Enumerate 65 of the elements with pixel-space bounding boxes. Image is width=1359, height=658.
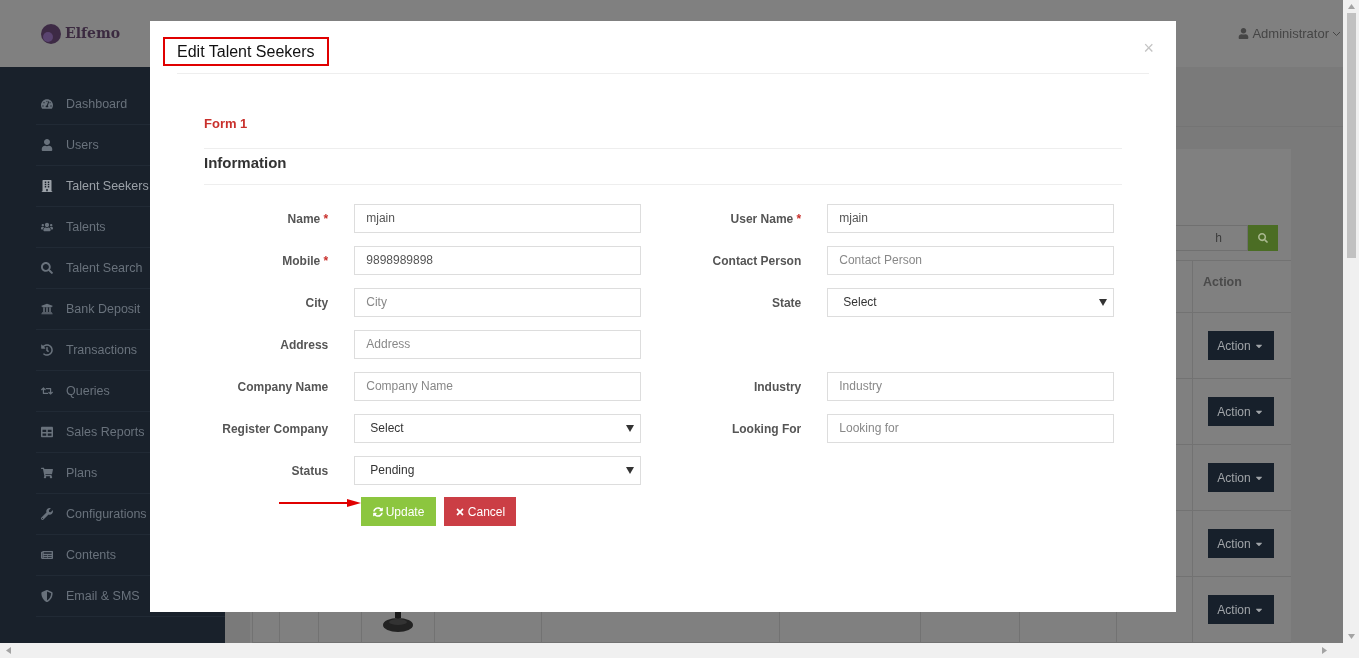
input-field[interactable]: Company Name — [354, 371, 641, 401]
shield-icon — [41, 590, 53, 602]
search-icon — [41, 262, 53, 274]
scroll-down-icon — [1347, 634, 1355, 639]
input-field[interactable]: City — [354, 287, 641, 317]
dashboard-icon — [41, 98, 53, 110]
user-icon — [1238, 28, 1250, 39]
chevron-down-icon — [1332, 30, 1341, 37]
users-icon — [41, 221, 53, 233]
scroll-right-icon — [1322, 647, 1327, 654]
search-icon — [1258, 233, 1268, 243]
dropdown-arrow-icon — [626, 466, 634, 474]
vertical-scrollbar[interactable] — [1343, 0, 1359, 643]
user-icon — [41, 139, 53, 151]
scroll-up-icon — [1347, 4, 1355, 9]
input-field[interactable]: 9898989898 — [354, 245, 641, 275]
dropdown-arrow-icon — [1099, 298, 1107, 306]
select-field[interactable]: Select — [354, 413, 641, 443]
action-dropdown-button[interactable]: Action — [1207, 595, 1274, 624]
dropdown-arrow-icon — [626, 424, 634, 432]
horizontal-scrollbar[interactable] — [0, 643, 1359, 658]
field-label: Status — [291, 462, 329, 480]
scroll-left-icon — [6, 647, 11, 654]
field-label: Name * — [287, 210, 329, 228]
close-button[interactable]: × — [1143, 39, 1154, 57]
field-label: City — [305, 294, 329, 312]
field-label: Contact Person — [712, 252, 802, 270]
field-label: Looking For — [731, 420, 802, 438]
wrench-icon — [41, 508, 53, 520]
input-field[interactable]: mjain — [354, 203, 641, 233]
newspaper-icon — [41, 549, 53, 561]
action-dropdown-button[interactable]: Action — [1207, 463, 1274, 492]
refresh-icon — [372, 506, 383, 517]
field-label: Industry — [753, 378, 802, 396]
logo-icon — [40, 22, 62, 45]
field-label: Mobile * — [282, 252, 329, 270]
select-field[interactable]: Pending — [354, 455, 641, 485]
input-field[interactable]: Address — [354, 329, 641, 359]
logo-text: Elfemo — [65, 24, 121, 43]
cancel-button[interactable]: Cancel — [444, 497, 516, 526]
field-label: State — [771, 294, 802, 312]
input-field[interactable]: Looking for — [827, 413, 1114, 443]
field-label: Address — [280, 336, 329, 354]
close-icon — [454, 506, 465, 517]
user-menu[interactable]: Administrator — [1252, 23, 1329, 44]
modal-title: Edit Talent Seekers — [163, 37, 329, 66]
retweet-icon — [41, 385, 53, 397]
bank-icon — [41, 303, 53, 315]
input-field[interactable]: Industry — [827, 371, 1114, 401]
input-field[interactable]: mjain — [827, 203, 1114, 233]
field-label: User Name * — [730, 210, 802, 228]
action-dropdown-button[interactable]: Action — [1207, 397, 1274, 426]
select-field[interactable]: Select — [827, 287, 1114, 317]
field-label: Register Company — [222, 420, 329, 438]
search-button[interactable] — [1248, 225, 1278, 251]
input-field[interactable]: Contact Person — [827, 245, 1114, 275]
action-dropdown-button[interactable]: Action — [1207, 529, 1274, 558]
cart-icon — [41, 467, 53, 479]
building-icon — [41, 180, 53, 192]
action-dropdown-button[interactable]: Action — [1207, 331, 1274, 360]
scrollbar-thumb[interactable] — [1346, 13, 1356, 258]
field-label: Company Name — [237, 378, 329, 396]
table-icon — [41, 426, 53, 438]
history-icon — [41, 344, 53, 356]
update-button[interactable]: Update — [361, 497, 436, 526]
